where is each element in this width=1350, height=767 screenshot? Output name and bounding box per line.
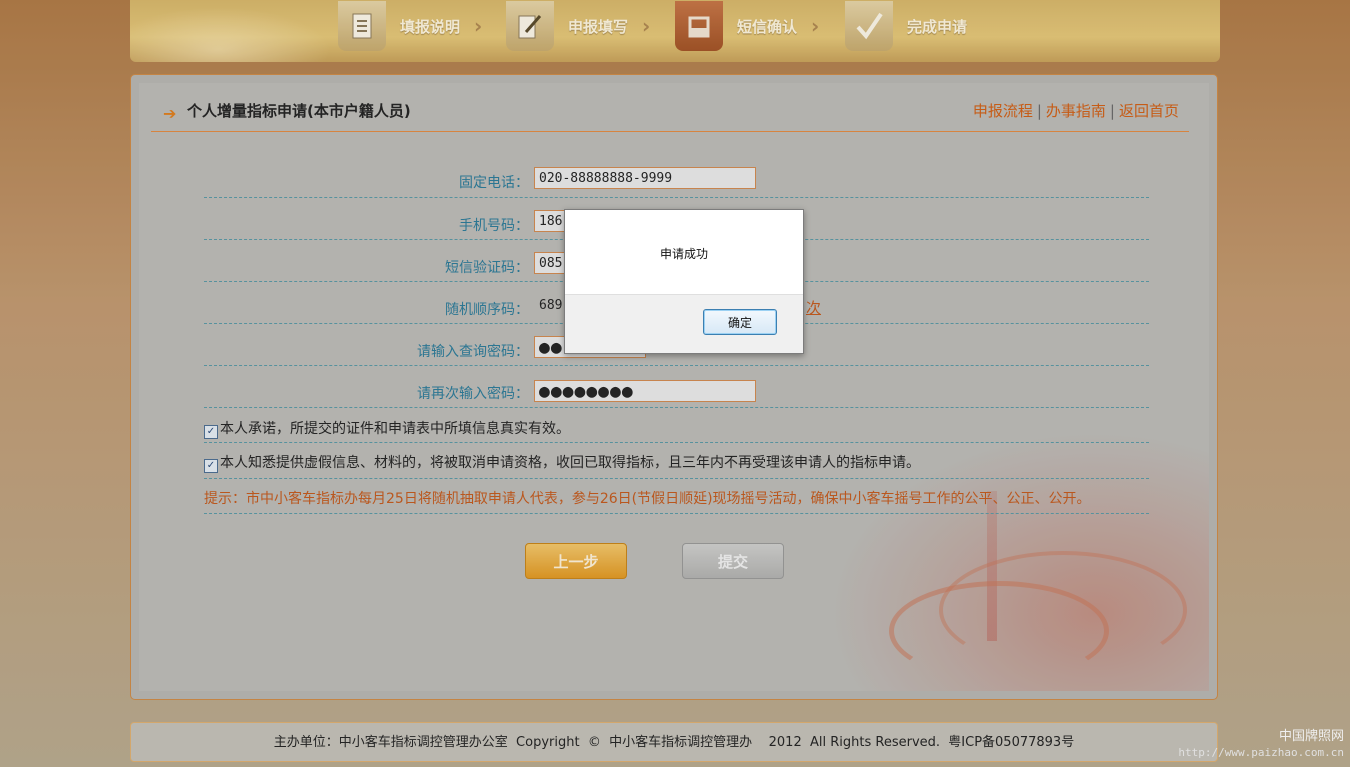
step-label: 填报说明 [400,17,461,36]
random-seq-label: 随机顺序码： [445,302,529,318]
checkbox-checked-icon[interactable]: ✓ [204,459,218,473]
landline-label: 固定电话： [459,175,529,191]
form-row-landline: 固定电话： 020-88888888-9999 [204,157,1149,198]
confirm-password-label: 请再次输入密码： [417,386,529,402]
chevron-right-icon: › [811,14,820,38]
step-sms-confirm: 短信确认 › [675,0,819,52]
pledge1-checkbox-row[interactable]: ✓ 本人承诺，所提交的证件和申请表中所填信息真实有效。 [204,418,570,439]
application-panel: ➔ 个人增量指标申请(本市户籍人员) 申报流程 | 办事指南 | 返回首页 固定电话： … [130,74,1218,700]
alert-footer: 确定 [565,294,803,353]
form-row-confirm-pw: 请再次输入密码： ●●●●●●●● [204,365,1149,408]
document-icon [338,1,386,51]
sms-code-label: 短信验证码： [445,260,529,276]
watermark-url: http://www.paizhao.com.cn [1178,746,1344,759]
arrow-right-icon: ➔ [163,104,177,123]
submit-button[interactable]: 提交 [682,543,784,579]
alert-dialog: 申请成功 确定 [564,209,804,354]
form-row-pledge1: ✓ 本人承诺，所提交的证件和申请表中所填信息真实有效。 [204,407,1149,443]
refresh-code-link[interactable]: 次 [806,297,821,318]
step-complete: 完成申请 [845,0,967,52]
link-separator: | [1109,102,1115,120]
step-label: 申报填写 [568,17,629,36]
phone-icon [675,1,723,51]
link-process[interactable]: 申报流程 [973,102,1033,120]
link-separator: | [1036,102,1042,120]
pledge1-text: 本人承诺，所提交的证件和申请表中所填信息真实有效。 [220,421,570,437]
confirm-password-input[interactable]: ●●●●●●●● [534,380,756,402]
form-row-tip: 提示：市中小客车指标办每月25日将随机抽取申请人代表，参与26日(节假日顺延)现… [204,478,1149,514]
chevron-right-icon: › [474,14,483,38]
form-row-pledge2: ✓ 本人知悉提供虚假信息、材料的，将被取消申请资格，收回已取得指标，且三年内不再受… [204,442,1149,479]
tip-text: 提示：市中小客车指标办每月25日将随机抽取申请人代表，参与26日(节假日顺延)现… [204,491,1091,507]
step-label: 完成申请 [907,17,968,36]
watermark-title: 中国牌照网 [1278,729,1344,744]
page-title: 个人增量指标申请(本市户籍人员) [187,102,411,120]
panel-header: ➔ 个人增量指标申请(本市户籍人员) 申报流程 | 办事指南 | 返回首页 [163,101,1185,125]
alert-message: 申请成功 [659,247,708,261]
banner-decoration [130,0,350,62]
page-footer: 主办单位：中小客车指标调控管理办公室 Copyright © 中小客车指标调控管… [130,722,1218,762]
step-label: 短信确认 [737,17,798,36]
footer-text: 主办单位：中小客车指标调控管理办公室 Copyright © 中小客车指标调控管… [273,735,1075,750]
check-icon [845,1,893,51]
header-divider [151,131,1189,132]
step-fill-in: 申报填写 › [506,0,650,52]
link-home[interactable]: 返回首页 [1119,102,1179,120]
header-links: 申报流程 | 办事指南 | 返回首页 [973,101,1179,121]
link-guide[interactable]: 办事指南 [1046,102,1106,120]
ok-button[interactable]: 确定 [703,309,777,335]
chevron-right-icon: › [642,14,651,38]
checkbox-checked-icon[interactable]: ✓ [204,425,218,439]
mobile-label: 手机号码： [459,218,529,234]
query-password-label: 请输入查询密码： [417,344,529,360]
edit-icon [506,1,554,51]
steps-banner: 填报说明 › 申报填写 › 短信确认 › 完成申请 [130,0,1220,62]
step-instructions: 填报说明 › [338,0,482,52]
previous-step-button[interactable]: 上一步 [525,543,627,579]
arc-shape [939,551,1187,669]
panel-body: ➔ 个人增量指标申请(本市户籍人员) 申报流程 | 办事指南 | 返回首页 固定电话： … [139,83,1209,691]
landline-input[interactable]: 020-88888888-9999 [534,167,756,189]
site-watermark: 中国牌照网 http://www.paizhao.com.cn [1178,729,1344,761]
pledge2-checkbox-row[interactable]: ✓ 本人知悉提供虚假信息、材料的，将被取消申请资格，收回已取得指标，且三年内不再受… [204,452,920,473]
pledge2-text: 本人知悉提供虚假信息、材料的，将被取消申请资格，收回已取得指标，且三年内不再受理… [220,455,920,471]
